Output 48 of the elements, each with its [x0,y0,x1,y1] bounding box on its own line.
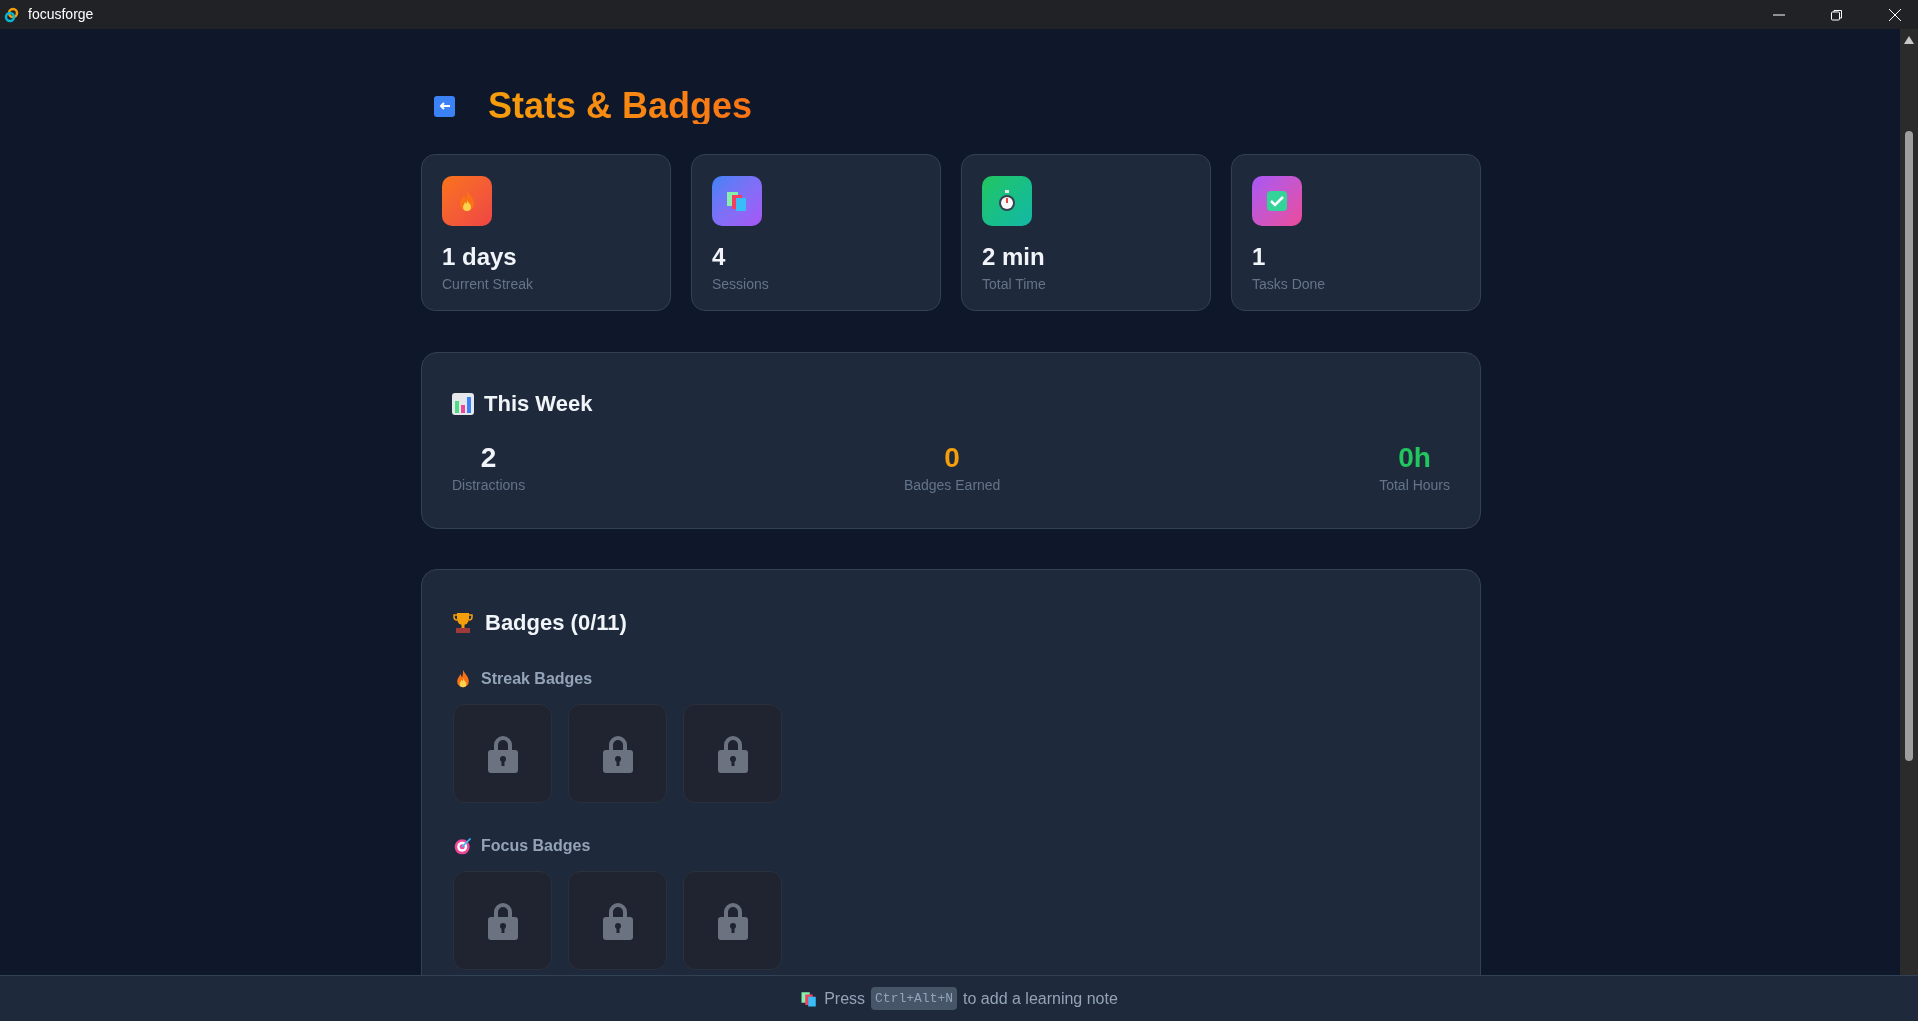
shortcut-key: Ctrl+Alt+N [871,986,958,1011]
badge-group-title: Focus Badges [481,836,591,856]
books-icon [800,989,819,1008]
bar-chart-icon [452,392,474,415]
stat-value: 1 days [442,242,518,272]
week-stat-value: 2 [480,441,497,475]
locked-badge[interactable] [568,704,667,803]
arrow-left-icon [438,100,451,112]
restore-icon [1831,8,1843,21]
week-stat-value: 0h [1398,441,1431,475]
scroll-up-icon [1903,35,1915,45]
locked-badge[interactable] [453,871,552,970]
week-stat-label: Total Hours [1379,476,1450,495]
app-logo-icon [4,6,20,23]
back-button[interactable] [434,95,455,117]
lock-icon [602,734,633,773]
page-title: Stats & Badges [488,88,753,124]
stat-value: 4 [712,242,727,272]
stat-value: 2 min [982,242,1046,272]
week-stat-value: 0 [944,441,960,475]
window-title: focusforge [28,5,94,24]
target-icon [453,836,473,856]
checkbox-icon [1265,189,1289,213]
locked-badge[interactable] [453,704,552,803]
lock-icon [717,734,748,773]
lock-icon [487,901,518,940]
hint-text: Press [824,988,866,1009]
stat-label: Tasks Done [1252,275,1327,294]
lock-icon [487,734,518,773]
stat-label: Current Streak [442,275,535,294]
week-stat-label: Badges Earned [903,476,1001,495]
stat-value: 1 [1252,242,1267,272]
locked-badge[interactable] [683,704,782,803]
section-title: This Week [484,390,593,418]
stat-label: Total Time [982,275,1047,294]
locked-badge[interactable] [683,871,782,970]
locked-badge[interactable] [568,871,667,970]
books-icon [725,189,749,213]
week-stat-label: Distractions [452,476,526,495]
close-icon [1889,8,1901,21]
scrollbar[interactable] [1900,29,1918,975]
lock-icon [602,901,633,940]
stat-label: Sessions [712,275,770,294]
lock-icon [717,901,748,940]
section-title: Badges (0/11) [485,609,627,637]
hint-text: to add a learning note [963,988,1118,1009]
trophy-icon [453,611,473,634]
badge-group-title: Streak Badges [481,669,593,689]
